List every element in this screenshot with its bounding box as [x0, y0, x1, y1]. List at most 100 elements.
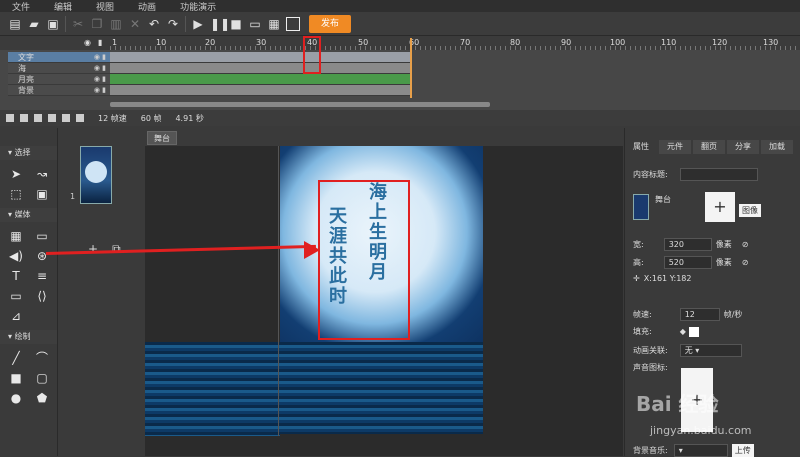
play-icon[interactable]: ▶	[191, 17, 205, 31]
trash-icon[interactable]	[34, 114, 42, 122]
content-title-input[interactable]	[679, 168, 758, 181]
comment-icon[interactable]: ▭	[8, 288, 24, 304]
open-folder-icon[interactable]: ▰	[27, 17, 41, 31]
timeline-scrollbar[interactable]	[110, 102, 490, 107]
rectangle-icon[interactable]: ■	[8, 370, 24, 386]
timeline-ruler[interactable]: ◉ ▮ 1 10 20 30 40 50 60 70 80 90 100 110…	[0, 36, 800, 50]
track-moon[interactable]	[110, 74, 410, 85]
annotation-box	[303, 36, 321, 74]
layer-sea[interactable]: 海 ◉ ▮	[8, 63, 110, 74]
height-input[interactable]: 520	[663, 256, 712, 269]
bgm-select[interactable]: ▾	[673, 444, 728, 457]
eye-lock-icon[interactable]: ◉ ▮	[94, 53, 106, 61]
link-icon[interactable]: ⊘	[742, 240, 749, 249]
menu-view[interactable]: 视图	[96, 0, 114, 13]
folder-icon[interactable]	[20, 114, 28, 122]
eye-lock-icon[interactable]: ◉ ▮	[94, 86, 106, 94]
delete-icon[interactable]: ✕	[128, 17, 142, 31]
add-page-icon[interactable]: +	[88, 242, 98, 257]
divider	[65, 15, 66, 32]
page-thumbnail[interactable]	[80, 146, 112, 204]
new-file-icon[interactable]: ▤	[8, 17, 22, 31]
text-icon[interactable]: T	[8, 268, 24, 284]
cut-icon[interactable]: ✂	[71, 17, 85, 31]
tab-share[interactable]: 分享	[727, 140, 759, 154]
arrow-select-icon[interactable]: ➤	[8, 166, 24, 182]
image-button[interactable]: 图像	[739, 204, 761, 217]
fps-input[interactable]: 12	[679, 308, 720, 321]
media-section-header[interactable]: ▾ 媒体	[0, 208, 57, 222]
polygon-icon[interactable]: ⬟	[34, 390, 50, 406]
menu-file[interactable]: 文件	[12, 0, 30, 13]
sound-icon[interactable]: ◀)	[8, 248, 24, 264]
layer-label: 文字	[18, 52, 34, 62]
add-image-button[interactable]: +	[705, 192, 735, 222]
paint-bucket-icon[interactable]: ◆	[680, 327, 686, 336]
layer-moon[interactable]: 月亮 ◉ ▮	[8, 74, 110, 85]
stage-area[interactable]: 海上生明月 天涯共此时	[145, 146, 623, 456]
code-icon[interactable]: ⟨⟩	[34, 288, 50, 304]
add-layer-icon[interactable]	[6, 114, 14, 122]
pause-icon[interactable]: ❚❚	[210, 17, 230, 31]
grid-icon[interactable]: ▦	[8, 228, 24, 244]
timeline: ◉ ▮ 1 10 20 30 40 50 60 70 80 90 100 110…	[0, 36, 800, 110]
frame-icon[interactable]	[48, 114, 56, 122]
stop-icon[interactable]: ■	[229, 17, 243, 31]
paragraph-icon[interactable]: ≡	[34, 268, 50, 284]
rounded-rect-icon[interactable]: ▢	[34, 370, 50, 386]
image-icon[interactable]: ▭	[34, 228, 50, 244]
layer-text[interactable]: 文字 ◉ ▮	[8, 52, 110, 63]
lock-icon[interactable]: ▮	[98, 38, 102, 47]
menu-animation[interactable]: 动画	[138, 0, 156, 13]
visibility-eye-icon[interactable]: ◉	[84, 38, 91, 47]
subselect-icon[interactable]: ↝	[34, 166, 50, 182]
export-icon[interactable]	[286, 16, 300, 31]
chart-icon[interactable]: ⊿	[8, 308, 24, 324]
playhead[interactable]	[410, 38, 412, 98]
undo-icon[interactable]: ↶	[147, 17, 161, 31]
menu-edit[interactable]: 编辑	[54, 0, 72, 13]
width-input[interactable]: 320	[663, 238, 712, 251]
blank-frame-icon[interactable]	[76, 114, 84, 122]
watermark-url: jingyan.baidu.com	[650, 424, 752, 437]
tab-pageflip[interactable]: 翻页	[693, 140, 725, 154]
eye-lock-icon[interactable]: ◉ ▮	[94, 64, 106, 72]
fill-color-swatch[interactable]	[688, 326, 699, 337]
width-row: 宽: 320 像素 ⊘	[633, 238, 748, 251]
layer-tracks	[110, 52, 410, 96]
line-icon[interactable]: ╱	[8, 350, 24, 366]
paste-icon[interactable]: ▥	[109, 17, 123, 31]
upload-button[interactable]: 上传	[731, 444, 754, 457]
anim-select[interactable]: 无 ▾	[679, 344, 742, 357]
eye-lock-icon[interactable]: ◉ ▮	[94, 75, 106, 83]
tab-loading[interactable]: 加载	[761, 140, 793, 154]
track-sea[interactable]	[110, 63, 410, 74]
tab-properties[interactable]: 属性	[625, 140, 657, 154]
save-icon[interactable]: ▣	[46, 17, 60, 31]
keyframe-icon[interactable]	[62, 114, 70, 122]
select-section-header[interactable]: ▾ 选择	[0, 146, 57, 160]
crop-icon[interactable]: ▣	[34, 186, 50, 202]
tab-stage[interactable]: 舞台	[147, 131, 177, 145]
track-background[interactable]	[110, 85, 410, 96]
transform-icon[interactable]: ⬚	[8, 186, 24, 202]
tab-components[interactable]: 元件	[659, 140, 691, 154]
height-unit: 像素	[715, 258, 732, 267]
publish-button[interactable]: 发布	[309, 14, 352, 33]
qrcode-icon[interactable]: ▦	[267, 17, 281, 31]
draw-section-header[interactable]: ▾ 绘制	[0, 330, 57, 344]
move-icon: ✛	[633, 274, 640, 283]
divider	[185, 15, 186, 32]
preview-icon[interactable]: ▭	[248, 17, 262, 31]
link-icon[interactable]: ⊘	[742, 258, 749, 267]
copy-icon[interactable]: ❐	[90, 17, 104, 31]
guide-line	[278, 146, 279, 436]
circle-icon[interactable]: ●	[8, 390, 24, 406]
curve-icon[interactable]: ⌒	[34, 350, 50, 366]
ruler-marks	[110, 46, 800, 50]
menu-demo[interactable]: 功能演示	[180, 0, 216, 13]
video-icon[interactable]: ⊛	[34, 248, 50, 264]
track-text[interactable]	[110, 52, 410, 63]
layer-background[interactable]: 背景 ◉ ▮	[8, 85, 110, 96]
redo-icon[interactable]: ↷	[166, 17, 180, 31]
